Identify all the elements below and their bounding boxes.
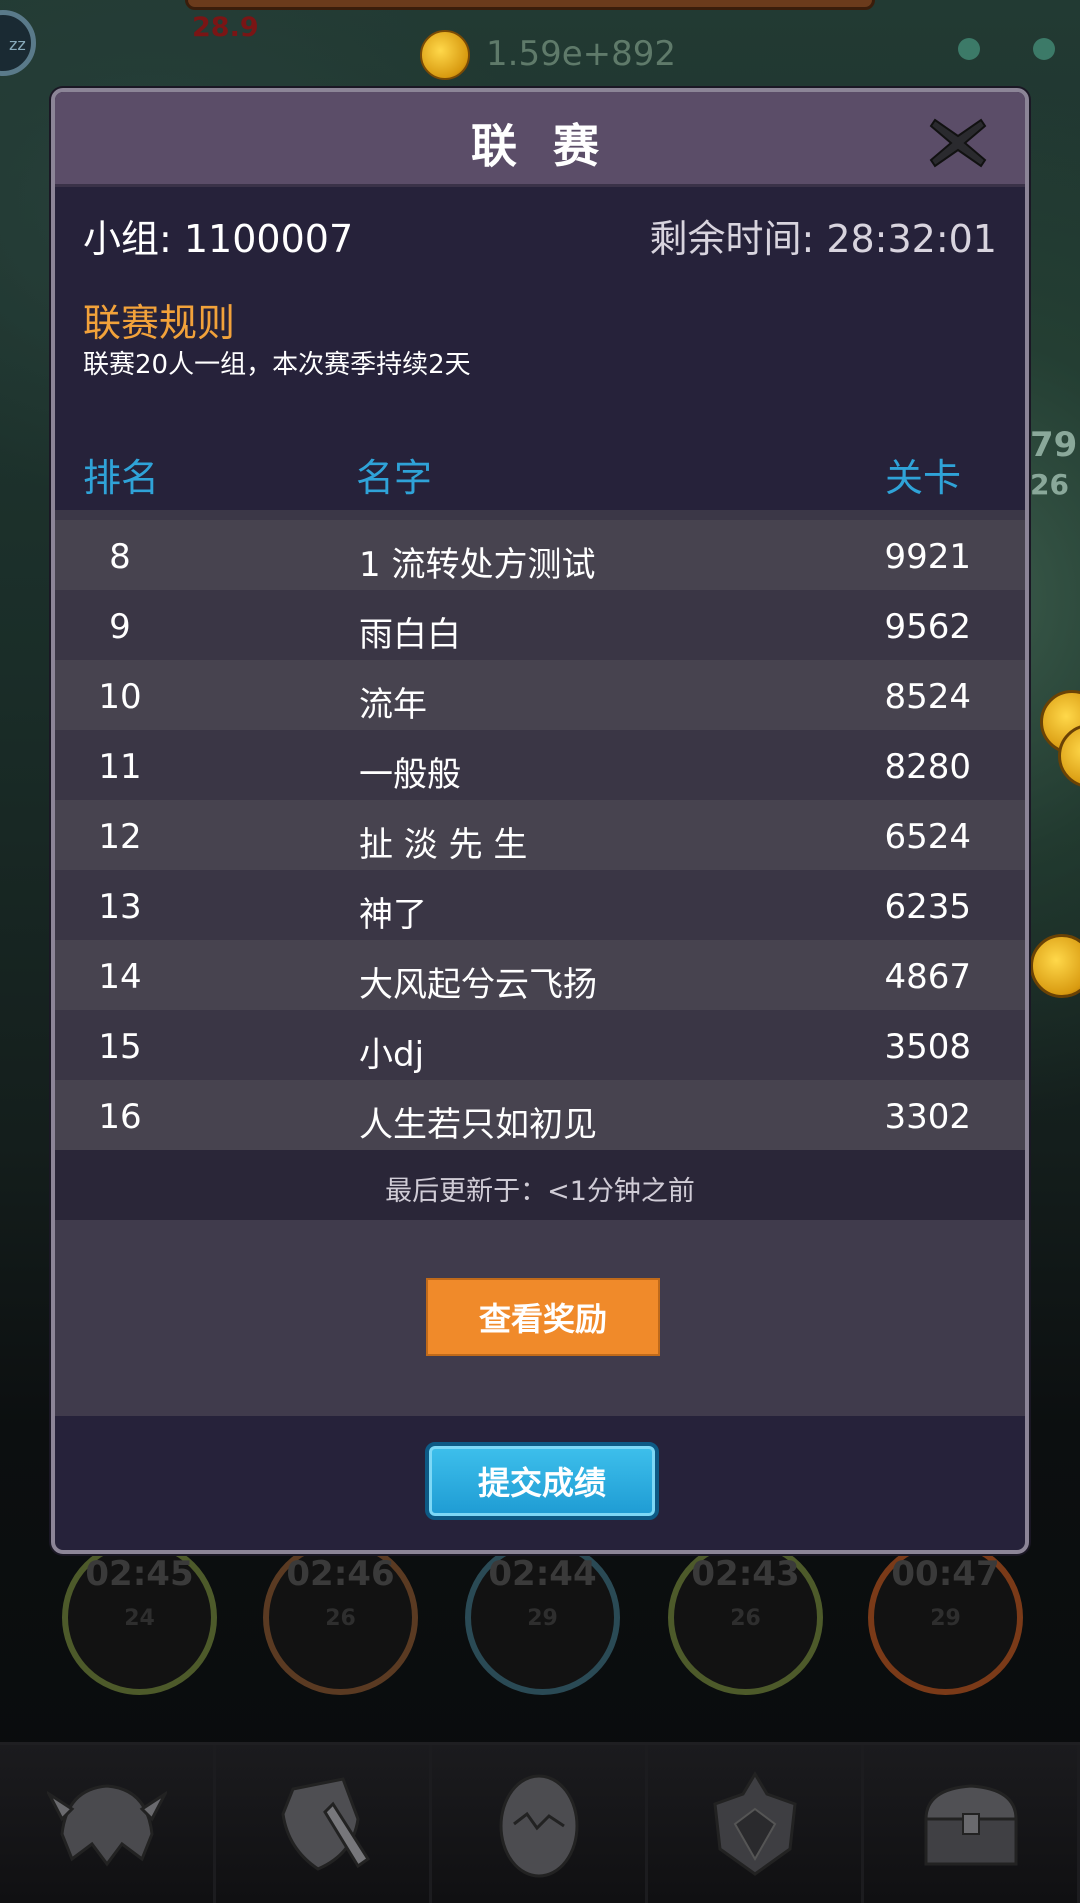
column-header-level: 关卡 (885, 456, 962, 500)
last-updated-text: 最后更新于：<1分钟之前 (385, 1176, 695, 1207)
row-rank: 8 (109, 537, 131, 577)
decor-dot (1033, 38, 1055, 60)
row-rank: 16 (98, 1097, 142, 1137)
table-row: 14 大风起兮云飞扬 4867 (55, 940, 1025, 1010)
timer-slot[interactable]: 02:45 24 (62, 1540, 217, 1695)
timer-slot[interactable]: 02:46 26 (263, 1540, 418, 1695)
timer-count: 24 (124, 1606, 155, 1631)
dialog-title: 联 赛 (470, 119, 609, 173)
row-level: 3508 (884, 1027, 971, 1067)
submit-score-button[interactable]: 提交成绩 (425, 1442, 659, 1520)
row-rank: 10 (98, 677, 142, 717)
table-row: 9 雨白白 9562 (55, 590, 1025, 660)
row-rank: 14 (98, 957, 142, 997)
row-name: 神了 (359, 895, 427, 935)
row-rank: 13 (98, 887, 142, 927)
dialog-header: 联 赛 (55, 92, 1025, 187)
close-button[interactable] (927, 114, 989, 172)
sleep-badge-icon[interactable]: zz (0, 10, 36, 76)
nav-shield[interactable] (216, 1745, 432, 1903)
shield-sword-icon (280, 1777, 370, 1871)
decor-dot (958, 38, 980, 60)
row-name: 人生若只如初见 (359, 1105, 597, 1145)
timer-count: 29 (930, 1606, 961, 1631)
group-label: 小组: 1100007 (83, 217, 354, 261)
bottom-nav (0, 1742, 1080, 1903)
helmet-icon (46, 1784, 167, 1867)
row-name: 流年 (359, 685, 427, 725)
coin-icon (1030, 934, 1080, 998)
row-name: 小dj (359, 1035, 425, 1075)
side-number: 795 (1030, 425, 1080, 465)
column-header-name: 名字 (356, 456, 433, 500)
table-row: 13 神了 6235 (55, 870, 1025, 940)
last-updated-bar: 最后更新于：<1分钟之前 (55, 1150, 1025, 1220)
table-row: 8 1 流转处方测试 9921 (55, 520, 1025, 590)
row-name: 1 流转处方测试 (359, 545, 596, 585)
row-level: 4867 (884, 957, 971, 997)
table-row: 12 扯 淡 先 生 6524 (55, 800, 1025, 870)
timer-count: 29 (527, 1606, 558, 1631)
enemy-hp-bar (185, 0, 875, 10)
row-name: 扯 淡 先 生 (359, 825, 528, 865)
reward-panel: 查看奖励 (55, 1220, 1025, 1416)
gold-coin-icon (420, 30, 470, 80)
timer-count: 26 (730, 1606, 761, 1631)
row-level: 3302 (884, 1097, 971, 1137)
row-rank: 15 (98, 1027, 142, 1067)
row-level: 6524 (884, 817, 971, 857)
timer-time: 02:46 (286, 1554, 395, 1594)
row-level: 6235 (884, 887, 971, 927)
timer-slot[interactable]: 02:44 29 (465, 1540, 620, 1695)
table-row: 16 人生若只如初见 3302 (55, 1080, 1025, 1150)
treasure-chest-icon (923, 1784, 1018, 1866)
table-row: 11 一般般 8280 (55, 730, 1025, 800)
timer-count: 26 (325, 1606, 356, 1631)
timer-time: 02:45 (85, 1554, 194, 1594)
rules-text: 联赛20人一组，本次赛季持续2天 (83, 350, 471, 380)
column-header-rank: 排名 (83, 456, 160, 500)
armor-icon (712, 1771, 797, 1876)
nav-chest[interactable] (864, 1745, 1080, 1903)
side-number: 26 (1030, 468, 1069, 501)
gold-amount: 1.59e+892 (486, 34, 677, 74)
timer-row: 02:45 24 02:46 26 02:44 29 02:43 26 00:4… (0, 1540, 1080, 1695)
view-rewards-button[interactable]: 查看奖励 (426, 1278, 660, 1356)
table-row: 10 流年 8524 (55, 660, 1025, 730)
row-level: 9562 (884, 607, 971, 647)
timer-slot[interactable]: 00:47 29 (868, 1540, 1023, 1695)
timer-time: 02:43 (691, 1554, 800, 1594)
row-rank: 9 (109, 607, 131, 647)
nav-egg[interactable] (432, 1745, 648, 1903)
table-row: 15 小dj 3508 (55, 1010, 1025, 1080)
timer-slot[interactable]: 02:43 26 (668, 1540, 823, 1695)
row-name: 雨白白 (359, 615, 461, 655)
league-dialog: 联 赛 小组: 1100007 剩余时间: 28:32:01 联赛规则 联赛20… (51, 88, 1029, 1554)
remaining-time: 剩余时间: 28:32:01 (649, 217, 997, 261)
row-rank: 12 (98, 817, 142, 857)
nav-helmet[interactable] (0, 1745, 216, 1903)
row-level: 8524 (884, 677, 971, 717)
close-icon (929, 118, 987, 168)
row-rank: 11 (98, 747, 142, 787)
rules-title: 联赛规则 (83, 301, 236, 345)
timer-time: 02:44 (488, 1554, 597, 1594)
hp-value: 28.9 (192, 12, 259, 43)
timer-time: 00:47 (891, 1554, 1000, 1594)
nav-armor[interactable] (648, 1745, 864, 1903)
egg-icon (499, 1774, 578, 1878)
row-level: 8280 (884, 747, 971, 787)
row-level: 9921 (884, 537, 971, 577)
ranking-table[interactable]: 8 1 流转处方测试 9921 9 雨白白 9562 10 流年 8524 11… (55, 510, 1025, 1150)
row-name: 大风起兮云飞扬 (359, 965, 597, 1005)
row-name: 一般般 (359, 755, 461, 795)
